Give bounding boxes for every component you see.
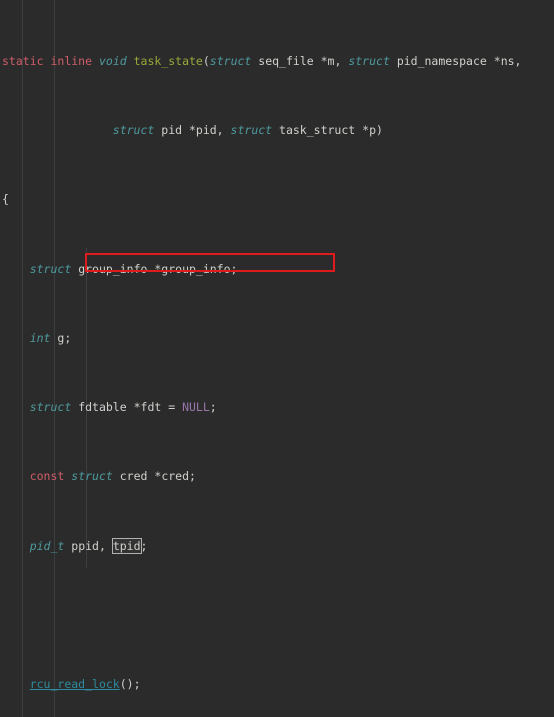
- token-type: struct: [71, 469, 113, 484]
- token-function-declaration[interactable]: task_state: [134, 54, 203, 68]
- token-occurrence-tpid[interactable]: tpid: [111, 537, 142, 554]
- token-type: int: [29, 330, 51, 345]
- token-punct: *p): [362, 123, 383, 138]
- token-punct: *ns,: [493, 53, 522, 68]
- token-type: struct: [348, 53, 390, 68]
- code-content[interactable]: static inline void task_state(struct seq…: [0, 1, 554, 717]
- code-line-1[interactable]: static inline void task_state(struct seq…: [2, 53, 554, 70]
- token-keyword: inline: [50, 53, 93, 68]
- code-line-10[interactable]: rcu_read_lock();: [2, 676, 554, 693]
- token-keyword: static: [2, 53, 44, 68]
- token-brace-open: {: [2, 192, 9, 207]
- token-type: struct: [209, 53, 252, 68]
- token-type: void: [98, 53, 127, 68]
- token-identifier: pid_namespace: [396, 53, 487, 68]
- code-line-9[interactable]: [2, 607, 554, 624]
- token-identifier: fdtable: [78, 400, 127, 415]
- token-keyword: const: [29, 469, 65, 484]
- token-punct: *cred;: [154, 469, 196, 484]
- token-punct: ();: [119, 677, 141, 692]
- token-function-call[interactable]: rcu_read_lock: [30, 677, 120, 691]
- token-punct: ;: [140, 538, 148, 553]
- token-punct: *fdt =: [133, 400, 176, 415]
- code-line-4[interactable]: struct group_info *group_info;: [2, 261, 554, 278]
- token-type: struct: [112, 123, 155, 138]
- code-line-2[interactable]: struct pid *pid, struct task_struct *p): [2, 122, 554, 139]
- token-punct: ;: [209, 400, 217, 415]
- token-identifier: cred: [119, 469, 148, 484]
- code-editor[interactable]: static inline void task_state(struct seq…: [0, 0, 554, 717]
- token-type: struct: [230, 123, 273, 138]
- code-line-7[interactable]: const struct cred *cred;: [2, 468, 554, 485]
- token-identifier: g;: [57, 330, 72, 345]
- token-identifier: group_info: [78, 261, 148, 276]
- token-punct: *pid,: [188, 123, 224, 138]
- token-type: pid_t: [29, 538, 65, 553]
- token-constant-null: NULL: [182, 400, 210, 415]
- code-line-5[interactable]: int g;: [2, 330, 554, 347]
- token-identifier: ppid,: [71, 538, 113, 553]
- code-line-3[interactable]: {: [2, 191, 554, 208]
- token-type: struct: [29, 400, 72, 415]
- code-line-6[interactable]: struct fdtable *fdt = NULL;: [2, 399, 554, 416]
- token-identifier: task_struct: [279, 123, 356, 138]
- code-line-8[interactable]: pid_t ppid, tpid;: [2, 537, 554, 555]
- token-type: struct: [29, 261, 72, 276]
- token-punct: *m,: [320, 53, 342, 68]
- token-identifier: seq_file: [258, 53, 314, 68]
- token-punct: *group_info;: [154, 261, 238, 276]
- token-punct: (: [202, 53, 210, 68]
- token-identifier: pid: [161, 123, 183, 138]
